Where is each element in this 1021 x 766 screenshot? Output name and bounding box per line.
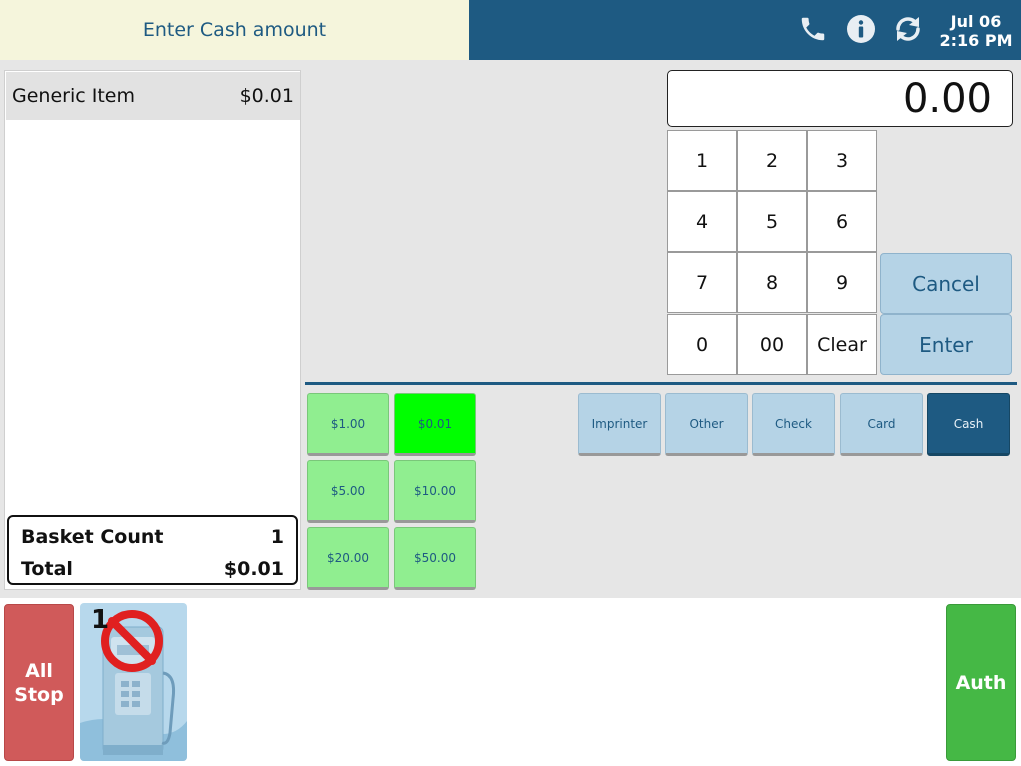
key-7[interactable]: 7 xyxy=(667,252,737,313)
tender-other-button[interactable]: Other xyxy=(665,393,748,456)
sync-icon[interactable] xyxy=(891,12,925,46)
clear-button[interactable]: Clear xyxy=(807,314,877,375)
basket-count-row: Basket Count 1 xyxy=(21,521,284,553)
key-1[interactable]: 1 xyxy=(667,130,737,191)
basket-count-label: Basket Count xyxy=(21,526,164,548)
amount-display: 0.00 xyxy=(667,70,1013,127)
item-name: Generic Item xyxy=(12,85,135,107)
key-4[interactable]: 4 xyxy=(667,191,737,252)
item-price: $0.01 xyxy=(239,85,294,107)
total-row: Total $0.01 xyxy=(21,553,284,585)
key-2[interactable]: 2 xyxy=(737,130,807,191)
info-icon[interactable] xyxy=(844,12,878,46)
quick-cash-0-01[interactable]: $0.01 xyxy=(394,393,476,456)
total-label: Total xyxy=(21,558,73,580)
cancel-button[interactable]: Cancel xyxy=(880,253,1012,314)
quick-cash-20-00[interactable]: $20.00 xyxy=(307,527,389,590)
key-0[interactable]: 0 xyxy=(667,314,737,375)
total-value: $0.01 xyxy=(223,558,284,580)
key-6[interactable]: 6 xyxy=(807,191,877,252)
key-9[interactable]: 9 xyxy=(807,252,877,313)
divider xyxy=(305,382,1017,385)
prompt-bar: Enter Cash amount xyxy=(0,0,469,60)
quick-cash-10-00[interactable]: $10.00 xyxy=(394,460,476,523)
tender-imprinter-button[interactable]: Imprinter xyxy=(578,393,661,456)
tender-check-button[interactable]: Check xyxy=(752,393,835,456)
main-area: Generic Item $0.01 Basket Count 1 Total … xyxy=(0,60,1021,598)
date-text: Jul 06 xyxy=(950,12,1002,31)
receipt-line-item[interactable]: Generic Item $0.01 xyxy=(6,72,300,120)
tender-card-button[interactable]: Card xyxy=(840,393,923,456)
key-8[interactable]: 8 xyxy=(737,252,807,313)
enter-button[interactable]: Enter xyxy=(880,314,1012,375)
auth-button[interactable]: Auth xyxy=(946,604,1016,761)
pump-1-tile[interactable]: 1 xyxy=(80,603,187,761)
tender-cash-button[interactable]: Cash xyxy=(927,393,1010,456)
prompt-text: Enter Cash amount xyxy=(142,19,327,41)
status-bar: Jul 06 2:16 PM xyxy=(469,0,1021,60)
quick-cash-5-00[interactable]: $5.00 xyxy=(307,460,389,523)
receipt-panel: Generic Item $0.01 Basket Count 1 Total … xyxy=(4,70,301,590)
quick-cash-1-00[interactable]: $1.00 xyxy=(307,393,389,456)
date-time: Jul 06 2:16 PM xyxy=(935,12,1017,50)
phone-icon[interactable] xyxy=(796,12,830,46)
all-stop-button[interactable]: All Stop xyxy=(4,604,74,761)
pump-number: 1 xyxy=(91,605,110,635)
key-3[interactable]: 3 xyxy=(807,130,877,191)
quick-cash-50-00[interactable]: $50.00 xyxy=(394,527,476,590)
key-00[interactable]: 00 xyxy=(737,314,807,375)
basket-count-value: 1 xyxy=(270,526,284,548)
key-5[interactable]: 5 xyxy=(737,191,807,252)
totals-box: Basket Count 1 Total $0.01 xyxy=(7,515,298,585)
time-text: 2:16 PM xyxy=(939,31,1013,50)
